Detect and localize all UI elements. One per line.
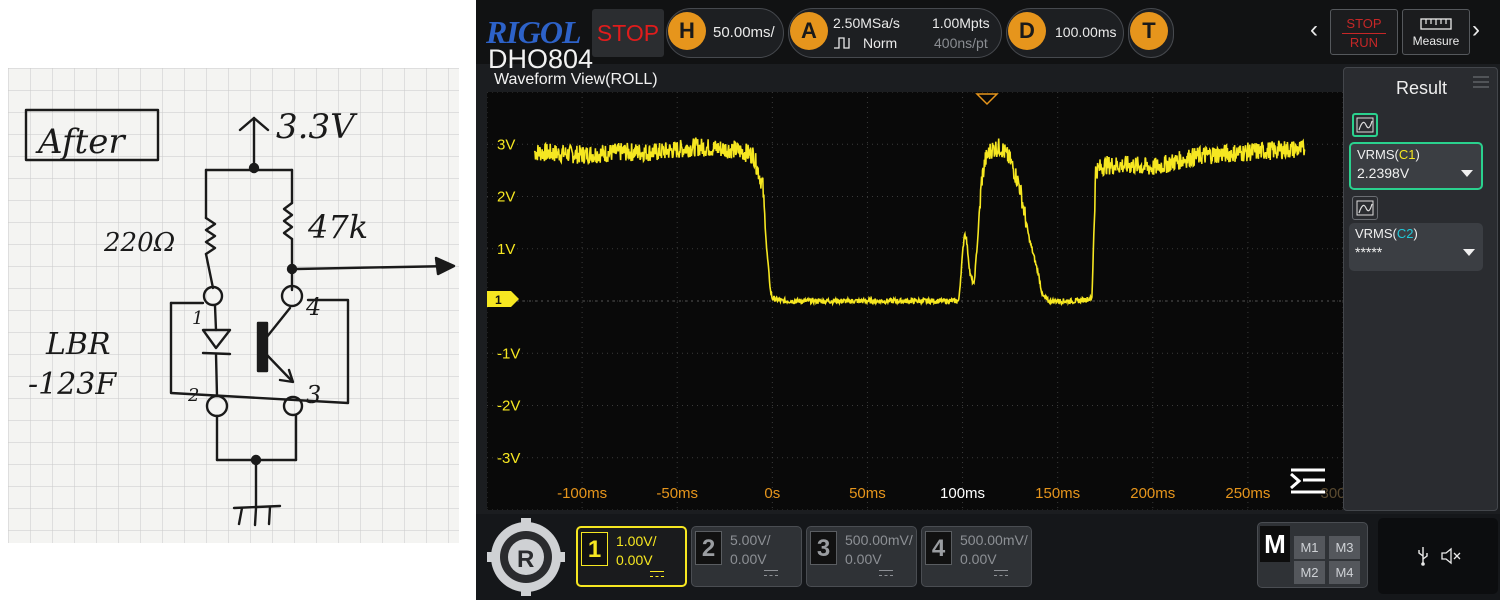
channel-3-number: 3: [810, 531, 837, 565]
waveform-grid[interactable]: -100ms -50ms 0s 50ms 100ms 150ms 200ms 250ms 300…: [487, 92, 1343, 510]
pin3-label: 3: [306, 381, 321, 409]
supply-label: 3.3V: [276, 107, 358, 147]
ch1-marker-label: 1: [495, 293, 502, 307]
dc-coupling-icon: [994, 570, 1008, 576]
result-panel: Result VRMS(C1) 2.2398V VRMS(C2) *****: [1343, 67, 1498, 511]
result-label-c2: VRMS(C2): [1355, 226, 1418, 241]
run-label: RUN: [1349, 35, 1379, 50]
math-m1[interactable]: M1: [1294, 536, 1325, 559]
channel-1-scale: 1.00V/: [616, 533, 657, 549]
measure-item-icon-c2[interactable]: [1352, 196, 1378, 220]
channel-4-offset: 0.00V: [960, 551, 997, 567]
sample-rate: 2.50MSa/s: [833, 15, 900, 31]
dropdown-arrow-icon[interactable]: [1461, 170, 1473, 177]
channel-4-box[interactable]: 4 500.00mV/ 0.00V: [921, 526, 1032, 587]
math-m2[interactable]: M2: [1294, 561, 1325, 584]
pin1-label: 1: [192, 308, 203, 329]
acquire-mode-icon: [834, 37, 850, 49]
dc-coupling-icon: [879, 570, 893, 576]
acquire-icon[interactable]: A: [790, 12, 828, 50]
dc-coupling-icon: [764, 570, 778, 576]
stop-run-button[interactable]: STOP RUN: [1330, 9, 1398, 55]
trigger-icon[interactable]: T: [1130, 12, 1168, 50]
result-value-c2: *****: [1355, 244, 1383, 260]
system-tray: [1378, 518, 1498, 594]
math-box[interactable]: M M1 M2 M3 M4: [1257, 522, 1368, 588]
svg-text:R: R: [517, 546, 534, 573]
pin4-label: 4: [305, 293, 321, 321]
r1-label: 220Ω: [103, 228, 175, 258]
memory-depth: 1.00Mpts: [932, 15, 990, 31]
y-tick-label: -1V: [497, 345, 520, 362]
run-state-indicator[interactable]: STOP: [592, 9, 664, 57]
x-tick-label: 250ms: [1225, 485, 1270, 502]
home-gear-icon[interactable]: R: [486, 518, 566, 596]
y-tick-label: -2V: [497, 398, 520, 415]
channel-4-number: 4: [925, 531, 952, 565]
x-tick-label: 50ms: [849, 485, 886, 502]
dropdown-arrow-icon[interactable]: [1463, 249, 1475, 256]
schematic-sketch: After 3.3V 220Ω 47k LBR -123F 1 2 3 4: [8, 68, 459, 543]
channel-2-offset: 0.00V: [730, 551, 767, 567]
channel-2-scale: 5.00V/: [730, 532, 771, 548]
channel-1-number: 1: [581, 532, 608, 566]
x-tick-label: -50ms: [656, 485, 698, 502]
result-item-c1[interactable]: VRMS(C1) 2.2398V: [1349, 142, 1483, 190]
x-tick-label: 200ms: [1130, 485, 1175, 502]
top-bar: RIGOL DHO804 STOP 50.00ms/ H 2.50MSa/s N…: [476, 0, 1500, 74]
chevron-right-icon[interactable]: ›: [1472, 18, 1480, 42]
result-item-c2[interactable]: VRMS(C2) *****: [1349, 223, 1483, 271]
sketch-title: After: [35, 122, 126, 162]
timebase-value: 50.00ms/: [713, 24, 775, 41]
result-menu-icon[interactable]: [1471, 74, 1491, 88]
channel-3-scale: 500.00mV/: [845, 532, 913, 548]
waveform-view-title: Waveform View(ROLL): [494, 71, 658, 88]
measure-label: Measure: [1412, 34, 1460, 48]
math-letter: M: [1260, 526, 1290, 562]
channel-2-number: 2: [695, 531, 722, 565]
x-tick-label: 150ms: [1035, 485, 1080, 502]
measure-button[interactable]: Measure: [1402, 9, 1470, 55]
usb-icon[interactable]: [1416, 546, 1430, 566]
math-m3[interactable]: M3: [1329, 536, 1360, 559]
channel-3-offset: 0.00V: [845, 551, 882, 567]
channel-3-box[interactable]: 3 500.00mV/ 0.00V: [806, 526, 917, 587]
math-m4[interactable]: M4: [1329, 561, 1360, 584]
measure-item-icon-c1[interactable]: [1352, 113, 1378, 137]
speaker-muted-icon[interactable]: [1440, 547, 1462, 565]
pin2-label: 2: [187, 385, 199, 406]
part-label-2: -123F: [28, 367, 117, 402]
x-tick-label: 0s: [764, 485, 780, 502]
channel-4-scale: 500.00mV/: [960, 532, 1028, 548]
x-tick-label: 100ms: [940, 485, 985, 502]
result-value-c1: 2.2398V: [1357, 165, 1410, 181]
channel-2-box[interactable]: 2 5.00V/ 0.00V: [691, 526, 802, 587]
result-label-c1: VRMS(C1): [1357, 147, 1420, 162]
channel-1-box[interactable]: 1 1.00V/ 0.00V: [576, 526, 687, 587]
stop-label: STOP: [1346, 16, 1382, 31]
y-tick-label: 1V: [497, 241, 515, 258]
x-tick-label: -100ms: [557, 485, 607, 502]
sample-interval: 400ns/pt: [934, 35, 988, 51]
ruler-icon: [1420, 18, 1452, 30]
y-tick-label: -3V: [497, 450, 520, 467]
y-tick-label: 3V: [497, 136, 515, 153]
acquire-mode: Norm: [863, 35, 898, 51]
part-label-1: LBR: [45, 327, 111, 362]
delay-value: 100.00ms: [1055, 24, 1117, 40]
chevron-left-icon[interactable]: ‹: [1310, 18, 1318, 42]
channel-1-offset: 0.00V: [616, 552, 653, 568]
y-tick-label: 2V: [497, 189, 515, 206]
dc-coupling-icon: [650, 571, 664, 577]
horizontal-icon[interactable]: H: [668, 12, 706, 50]
x-axis-labels: -100ms -50ms 0s 50ms 100ms 150ms 200ms 250ms 300…: [557, 485, 1343, 502]
r2-label: 47k: [307, 208, 368, 246]
oscilloscope-screen: RIGOL DHO804 STOP 50.00ms/ H 2.50MSa/s N…: [476, 0, 1500, 600]
delay-icon[interactable]: D: [1008, 12, 1046, 50]
